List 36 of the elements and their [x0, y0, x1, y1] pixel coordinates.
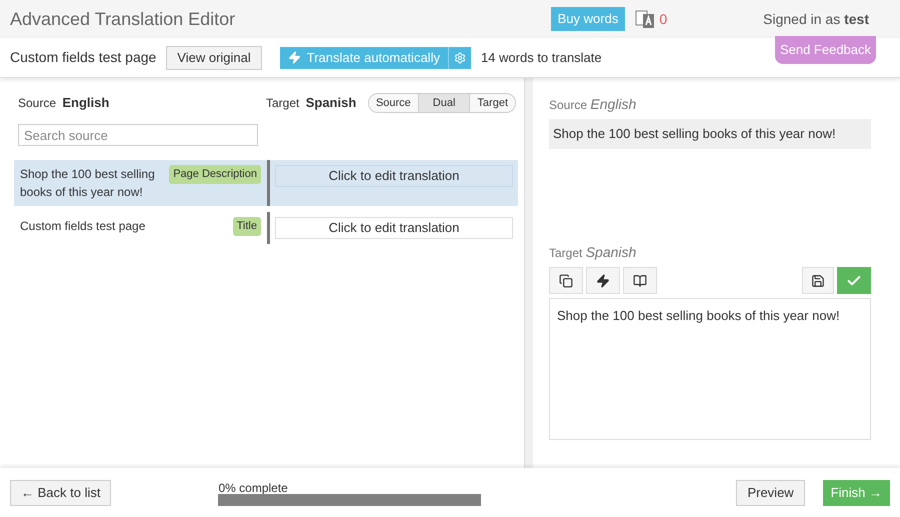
copy-icon — [559, 274, 573, 288]
preview-button[interactable]: Preview — [736, 480, 805, 506]
save-button[interactable] — [802, 267, 834, 294]
word-count: 14 words to translate — [480, 48, 602, 67]
signed-in-text: Signed in as test — [763, 10, 869, 29]
target-text-field[interactable]: Shop the 100 best selling books of this year now! — [549, 298, 871, 440]
view-original-button[interactable]: View original — [166, 46, 262, 70]
page-name: Custom fields test page — [10, 48, 156, 67]
search-field[interactable]: Search source — [18, 124, 258, 146]
lightning-icon — [596, 274, 610, 288]
source-text-box: Shop the 100 best selling books of this year now! — [549, 119, 871, 148]
save-icon — [811, 274, 825, 288]
target-label: Target Spanish — [549, 243, 638, 262]
copy-source-button[interactable] — [549, 267, 583, 294]
view-mode-tab[interactable]: Dual — [418, 94, 470, 112]
book-icon — [633, 274, 647, 288]
credit-count: 0 — [659, 10, 668, 28]
auto-translate-button[interactable] — [586, 267, 620, 294]
view-mode-tab[interactable]: Source — [368, 94, 418, 112]
source-text: Shop the 100 best selling books of this year now! — [20, 166, 156, 201]
view-mode-tab[interactable]: Target — [469, 94, 515, 112]
glossary-button[interactable] — [623, 267, 657, 294]
field-tag: Title — [232, 217, 261, 236]
translation-field[interactable]: Click to edit translation — [275, 164, 513, 187]
target-language: Target Spanish — [266, 94, 356, 112]
source-text: Custom fields test page — [20, 218, 146, 235]
source-label: Source English — [549, 95, 638, 114]
back-to-list-button[interactable]: ← Back to list — [10, 480, 112, 506]
app-title: Advanced Translation Editor — [10, 8, 236, 30]
lightning-icon — [288, 51, 301, 64]
translate-icon — [635, 9, 656, 29]
translation-field[interactable]: Click to edit translation — [275, 216, 513, 239]
source-language: Source English — [18, 94, 110, 112]
field-tag: Page Description — [169, 165, 261, 184]
progress-label: 0% complete — [218, 482, 289, 494]
segment-row[interactable]: Shop the 100 best selling books of this year now! Page Description Click to edit translation — [14, 160, 518, 206]
